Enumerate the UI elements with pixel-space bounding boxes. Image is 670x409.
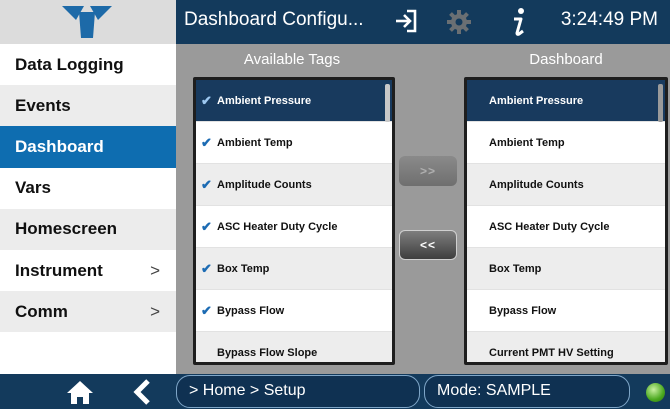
sidebar-item-label: Comm bbox=[15, 301, 68, 321]
exit-icon[interactable] bbox=[394, 8, 418, 34]
status-led-icon bbox=[646, 383, 665, 402]
available-tags-list[interactable]: ✔ Ambient Pressure ✔ Ambient Temp ✔ Amplitu… bbox=[193, 77, 395, 365]
checkmark-icon: ✔ bbox=[201, 260, 212, 276]
sidebar-item-label: Dashboard bbox=[15, 136, 104, 156]
sidebar-item-data-logging[interactable]: Data Logging bbox=[0, 44, 176, 85]
list-item[interactable]: ✔ Box Temp bbox=[196, 248, 392, 290]
logo-icon bbox=[62, 6, 112, 38]
list-item[interactable]: ASC Heater Duty Cycle bbox=[467, 206, 665, 248]
sidebar-item-instrument[interactable]: Instrument > bbox=[0, 250, 176, 291]
footer-bar: > Home > Setup Mode: SAMPLE bbox=[0, 374, 670, 409]
dashboard-heading: Dashboard bbox=[529, 51, 603, 68]
sidebar-item-homescreen[interactable]: Homescreen bbox=[0, 208, 176, 250]
logo-area bbox=[0, 0, 176, 44]
list-item[interactable]: Ambient Temp bbox=[467, 122, 665, 164]
clock: 3:24:49 PM bbox=[560, 9, 658, 30]
sidebar-item-comm[interactable]: Comm > bbox=[0, 291, 176, 333]
chevron-right-icon: > bbox=[150, 260, 160, 280]
list-item[interactable]: Ambient Pressure bbox=[467, 80, 665, 122]
list-item[interactable]: Bypass Flow bbox=[467, 290, 665, 332]
list-item[interactable]: Current PMT HV Setting bbox=[467, 332, 665, 362]
scrollbar[interactable] bbox=[385, 84, 390, 122]
info-icon[interactable] bbox=[510, 7, 528, 37]
list-item[interactable]: ✔ Ambient Pressure bbox=[196, 80, 392, 122]
header-bar: Dashboard Configu... 3:24:49 PM bbox=[0, 0, 670, 44]
checkmark-icon: ✔ bbox=[201, 302, 212, 318]
home-icon[interactable] bbox=[66, 380, 94, 405]
list-item[interactable]: ✔ Bypass Flow bbox=[196, 290, 392, 332]
dashboard-config-panel: Available Tags Dashboard ✔ Ambient Pressu… bbox=[176, 44, 670, 374]
checkmark-icon: ✔ bbox=[201, 176, 212, 192]
sidebar-item-vars[interactable]: Vars bbox=[0, 168, 176, 209]
checkmark-icon: ✔ bbox=[201, 92, 212, 108]
scrollbar[interactable] bbox=[658, 84, 663, 122]
sidebar-item-label: Homescreen bbox=[15, 219, 118, 239]
mode-indicator: Mode: SAMPLE bbox=[424, 375, 630, 408]
sidebar-item-label: Data Logging bbox=[15, 54, 124, 74]
breadcrumb[interactable]: > Home > Setup bbox=[176, 375, 420, 408]
dashboard-list[interactable]: Ambient Pressure Ambient Temp Amplitude … bbox=[464, 77, 668, 365]
remove-from-dashboard-button[interactable]: << bbox=[399, 230, 457, 260]
sidebar-item-label: Vars bbox=[15, 178, 51, 198]
checkmark-icon: ✔ bbox=[201, 218, 212, 234]
gear-icon[interactable] bbox=[446, 9, 472, 35]
list-item[interactable]: Box Temp bbox=[467, 248, 665, 290]
sidebar-item-events[interactable]: Events bbox=[0, 85, 176, 127]
list-item[interactable]: Bypass Flow Slope bbox=[196, 332, 392, 362]
sidebar-item-label: Events bbox=[15, 95, 71, 115]
list-item[interactable]: ✔ Amplitude Counts bbox=[196, 164, 392, 206]
list-item[interactable]: ✔ Ambient Temp bbox=[196, 122, 392, 164]
back-icon[interactable] bbox=[132, 379, 152, 405]
list-item[interactable]: ✔ ASC Heater Duty Cycle bbox=[196, 206, 392, 248]
sidebar: Data Logging Events Dashboard Vars Homes… bbox=[0, 44, 176, 374]
checkmark-icon: ✔ bbox=[201, 134, 212, 150]
available-tags-heading: Available Tags bbox=[243, 51, 341, 68]
chevron-right-icon: > bbox=[150, 301, 160, 321]
page-title: Dashboard Configu... bbox=[184, 9, 364, 30]
sidebar-item-dashboard[interactable]: Dashboard bbox=[0, 126, 176, 168]
add-to-dashboard-button[interactable]: >> bbox=[399, 156, 457, 186]
list-item[interactable]: Amplitude Counts bbox=[467, 164, 665, 206]
sidebar-item-label: Instrument bbox=[15, 260, 103, 280]
